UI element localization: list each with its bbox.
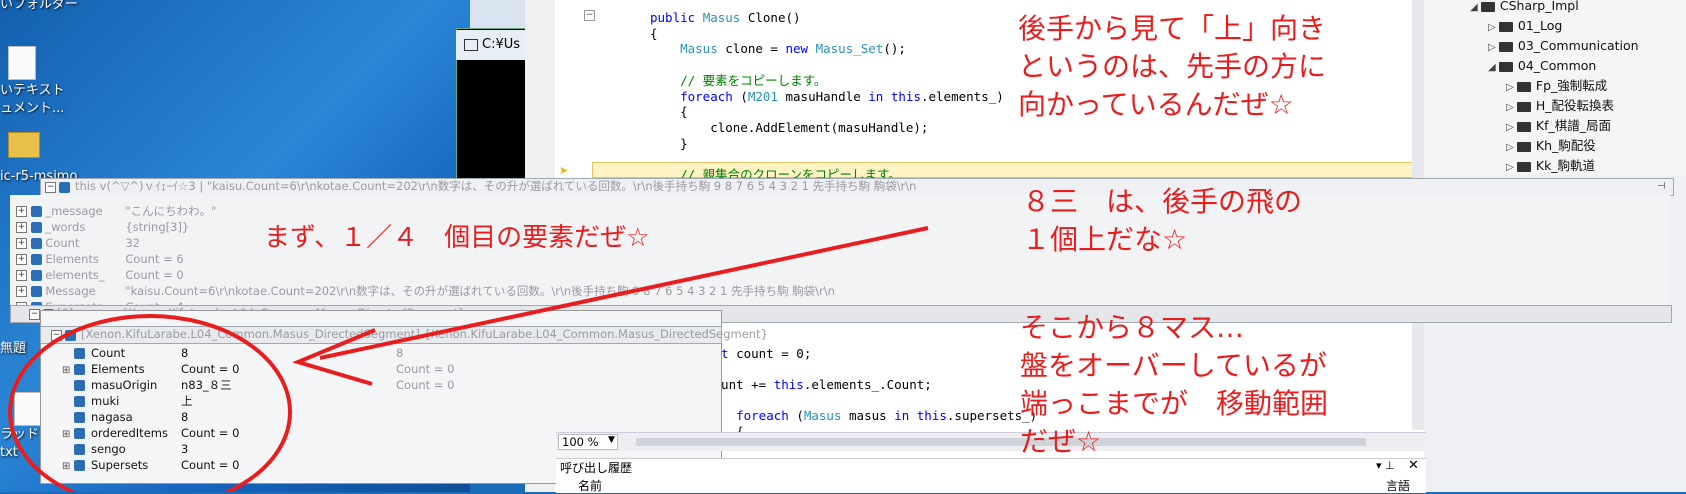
annotation-middle-right: ８三 は、後手の飛の １個上だな☆ <box>1022 185 1303 256</box>
annotation-overlay <box>8 226 929 492</box>
red-circle <box>8 314 292 492</box>
red-arrow-head <box>292 328 376 386</box>
annotation-top-right: 後手から見て「上」向き というのは、先手の方に 向かっているんだぜ☆ <box>1018 12 1327 121</box>
annotation-bottom-right: そこから８マス… 盤をオーバーしているが 端っこまでが 移動範囲 だぜ☆ <box>1020 311 1329 458</box>
annotation-left: まず、１／４ 個目の要素だぜ☆ <box>264 223 650 253</box>
